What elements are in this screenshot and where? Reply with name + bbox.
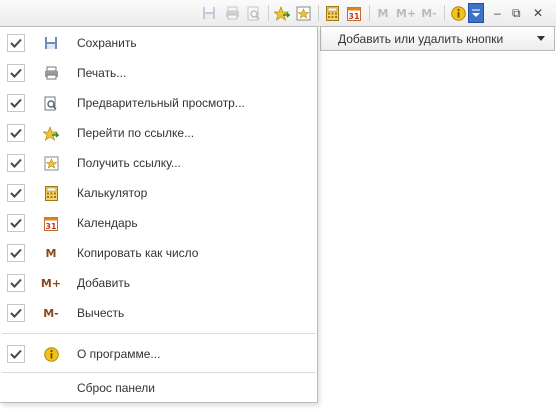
m-icon-text: M <box>45 246 57 260</box>
go-to-link-icon <box>42 125 60 141</box>
toolbar-separator <box>444 5 445 21</box>
print-icon[interactable] <box>223 4 241 22</box>
restore-icon[interactable]: ⧉ <box>512 6 521 20</box>
menu-item-calculator[interactable]: Калькулятор <box>0 178 316 208</box>
save-icon[interactable] <box>200 4 218 22</box>
save-icon <box>42 35 60 51</box>
menu-item-copy-as-number[interactable]: M Копировать как число <box>0 238 316 268</box>
checkbox-icon[interactable] <box>7 304 25 322</box>
checkbox-icon[interactable] <box>7 244 25 262</box>
checkbox-icon[interactable] <box>7 124 25 142</box>
close-icon[interactable]: ✕ <box>533 6 543 20</box>
m-plus-button[interactable]: M+ <box>396 4 416 22</box>
toolbar-separator <box>369 5 370 21</box>
menu-item-calendar[interactable]: 31 Календарь <box>0 208 316 238</box>
print-preview-icon[interactable] <box>245 4 263 22</box>
print-preview-icon <box>42 95 60 111</box>
menu-item-label: Копировать как число <box>77 246 199 260</box>
calendar-icon: 31 <box>42 215 60 231</box>
checkbox-icon[interactable] <box>7 64 25 82</box>
m-minus-button[interactable]: M- <box>420 4 438 22</box>
menu-item-get-link[interactable]: Получить ссылку... <box>0 148 316 178</box>
m-button[interactable]: M <box>376 4 390 22</box>
m-minus-icon: M- <box>42 305 60 321</box>
checkbox-icon[interactable] <box>7 94 25 112</box>
menu-item-about[interactable]: О программе... <box>0 339 316 369</box>
checkbox-icon[interactable] <box>7 184 25 202</box>
menu-item-label: Вычесть <box>77 306 125 320</box>
get-link-icon <box>42 155 60 171</box>
menu-item-add[interactable]: M+ Добавить <box>0 268 316 298</box>
checkbox-icon[interactable] <box>7 34 25 52</box>
info-icon <box>42 346 60 362</box>
info-icon[interactable] <box>449 4 467 22</box>
menu-item-label: Предварительный просмотр... <box>77 96 245 110</box>
toolbar-customize-button[interactable] <box>468 3 484 23</box>
m-label: M <box>377 6 389 20</box>
menu-item-print-preview[interactable]: Предварительный просмотр... <box>0 88 316 118</box>
menu-item-print[interactable]: Печать... <box>0 58 316 88</box>
m-plus-label: M+ <box>395 6 417 20</box>
minimize-icon[interactable]: – <box>494 6 501 20</box>
calculator-icon[interactable] <box>324 4 340 22</box>
svg-text:31: 31 <box>348 12 360 21</box>
checkbox-icon[interactable] <box>7 274 25 292</box>
m-plus-icon-text: M+ <box>40 276 62 290</box>
m-icon: M <box>42 245 60 261</box>
menu-item-label: Добавить <box>77 276 131 290</box>
svg-text:31: 31 <box>45 222 57 231</box>
print-icon <box>42 65 60 81</box>
checkbox-icon[interactable] <box>7 154 25 172</box>
m-minus-icon-text: M- <box>43 306 59 320</box>
get-link-icon[interactable] <box>294 4 312 22</box>
menu-item-label: Календарь <box>77 216 138 230</box>
calendar-icon[interactable]: 31 <box>346 4 362 22</box>
add-remove-buttons-dropdown[interactable]: Добавить или удалить кнопки <box>320 26 555 51</box>
menu-item-save[interactable]: Сохранить <box>0 28 316 58</box>
menu-divider <box>2 333 316 334</box>
reset-panel-label: Сброс панели <box>77 381 155 395</box>
m-minus-label: M- <box>421 6 437 20</box>
menu-item-label: Калькулятор <box>77 186 148 200</box>
add-remove-buttons-label: Добавить или удалить кнопки <box>338 32 504 46</box>
toolbar-separator <box>318 5 319 21</box>
toolbar-buttons-menu: Сохранить Печать... Предварительный прос… <box>0 26 318 403</box>
menu-item-reset-panel[interactable]: Сброс панели <box>0 373 316 403</box>
m-plus-icon: M+ <box>40 275 62 291</box>
chevron-down-icon <box>537 36 545 41</box>
calculator-icon <box>42 185 60 201</box>
menu-item-label: Печать... <box>77 66 127 80</box>
menu-item-label: О программе... <box>77 347 161 361</box>
toolbar-separator <box>268 5 269 21</box>
menu-item-label: Перейти по ссылке... <box>77 126 195 140</box>
go-to-link-icon[interactable] <box>273 4 291 22</box>
menu-item-label: Сохранить <box>77 36 137 50</box>
menu-item-go-to-link[interactable]: Перейти по ссылке... <box>0 118 316 148</box>
menu-item-label: Получить ссылку... <box>77 156 181 170</box>
menu-item-subtract[interactable]: M- Вычесть <box>0 298 316 328</box>
checkbox-icon[interactable] <box>7 214 25 232</box>
checkbox-icon[interactable] <box>7 345 25 363</box>
top-toolbar: 31 M M+ M- – ⧉ ✕ <box>0 0 556 27</box>
